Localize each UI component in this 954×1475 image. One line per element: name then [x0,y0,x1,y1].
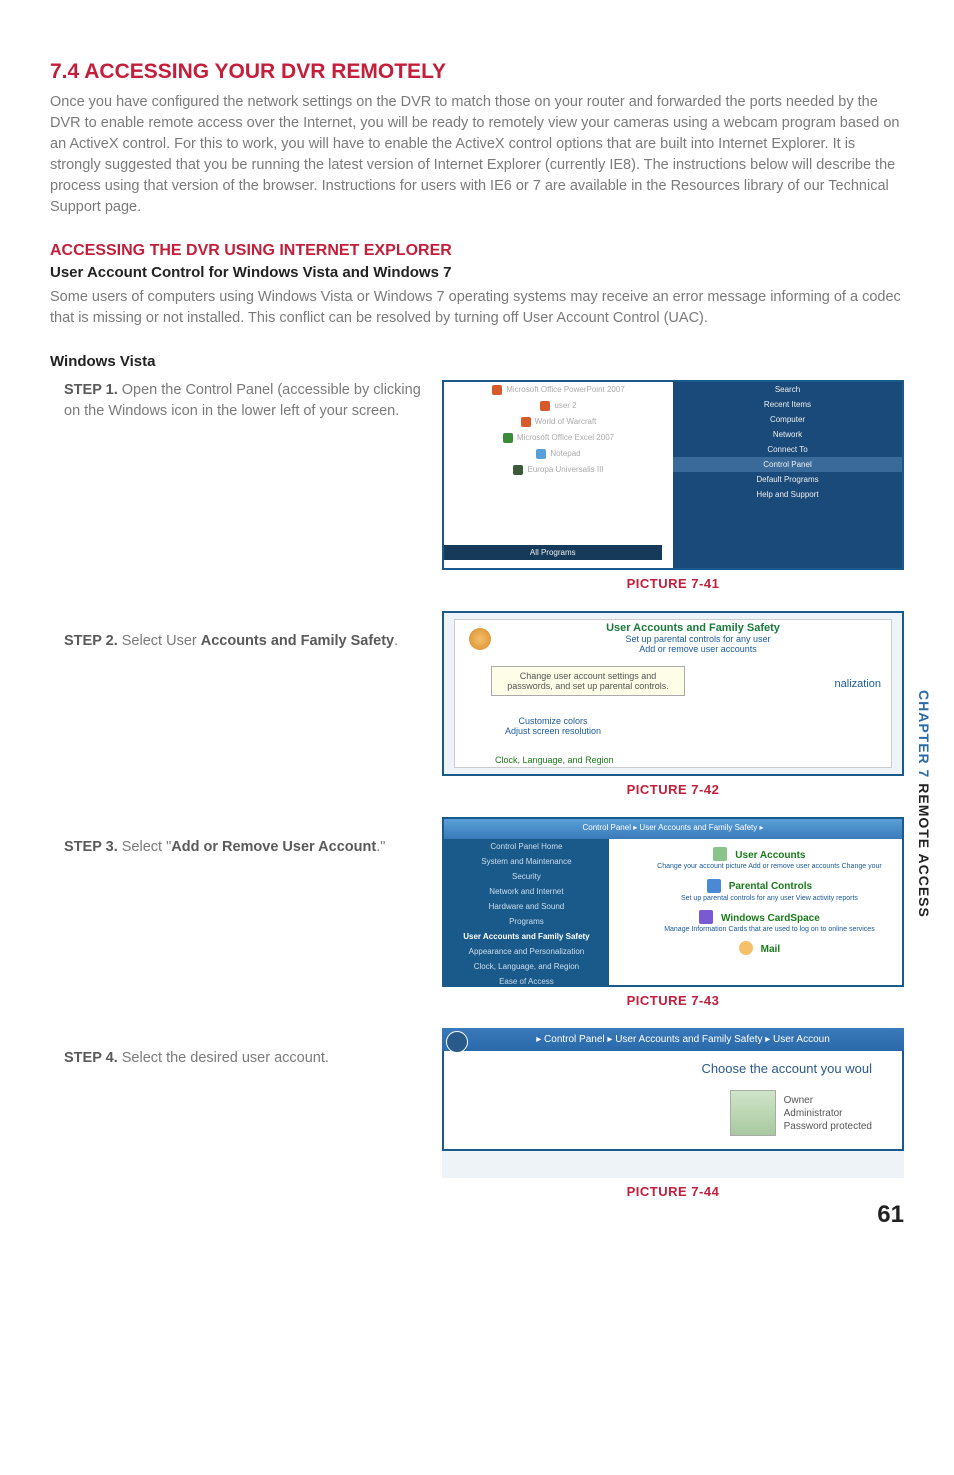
step-2-text: STEP 2. Select User Accounts and Family … [50,631,424,652]
s1-right-6: Default Programs [673,472,902,487]
picture-7-44-block: ▸ Control Panel ▸ User Accounts and Fami… [442,1028,904,1199]
caption-7-42: PICTURE 7-42 [442,782,904,797]
back-icon [446,1031,468,1053]
s3-left-9: Ease of Access [444,974,609,987]
step-3-row: STEP 3. Select "Add or Remove User Accou… [50,817,904,1008]
side-chapter: CHAPTER 7 [916,690,932,778]
s1-left-1: user 2 [554,401,576,410]
step-2-before: Select User [118,633,201,649]
s1-right-1: Recent Items [673,397,902,412]
picture-7-42-block: User Accounts and Family Safety Set up p… [442,611,904,797]
s1-right-7: Help and Support [673,487,902,502]
caption-7-43: PICTURE 7-43 [442,993,904,1008]
step-3-after: ." [376,839,385,855]
caption-7-44: PICTURE 7-44 [442,1184,904,1199]
s2-c1: Customize colors [505,716,601,726]
s1-right-0: Search [673,382,902,397]
step-1-label: STEP 1. [64,382,118,398]
avatar [730,1090,776,1136]
os-heading: Windows Vista [50,353,904,370]
s3-left-5: Programs [444,914,609,929]
s1-left-2: World of Warcraft [535,417,597,426]
step-2-label: STEP 2. [64,633,118,649]
s3-crumb: Control Panel ▸ User Accounts and Family… [444,819,902,836]
subsection-heading: ACCESSING THE DVR USING INTERNET EXPLORE… [50,242,904,260]
s1-left-3: Microsoft Office Excel 2007 [517,433,614,442]
section-body: Once you have configured the network set… [50,92,904,218]
s3-h2l: Set up parental controls for any user Vi… [609,895,902,902]
s2-title: User Accounts and Family Safety [455,620,891,634]
s3-left-4: Hardware and Sound [444,899,609,914]
s3-h3l: Manage Information Cards that are used t… [609,926,902,933]
s1-left-0: Microsoft Office PowerPoint 2007 [506,385,625,394]
screenshot-7-43: Control Panel ▸ User Accounts and Family… [442,817,904,987]
cardspace-icon [699,910,713,924]
user-icon [713,847,727,861]
screenshot-7-41: Microsoft Office PowerPoint 2007 user 2 … [442,380,904,570]
s1-left-4: Notepad [550,449,580,458]
s4-u1: Owner [784,1094,872,1107]
s2-personalization: nalization [835,678,881,690]
step-1-row: STEP 1. Open the Control Panel (accessib… [50,380,904,591]
s2-c2: Adjust screen resolution [505,726,601,736]
step-3-label: STEP 3. [64,839,118,855]
screenshot-7-44: ▸ Control Panel ▸ User Accounts and Fami… [442,1028,904,1178]
screenshot-7-42: User Accounts and Family Safety Set up p… [442,611,904,776]
mail-icon [739,941,753,955]
step-1-body: Open the Control Panel (accessible by cl… [64,382,421,419]
s2-c3: Clock, Language, and Region [495,755,614,765]
s3-left-6: User Accounts and Family Safety [444,929,609,944]
s2-l2: Add or remove user accounts [455,644,891,654]
s3-left-1: System and Maintenance [444,854,609,869]
page-number: 61 [877,1201,904,1229]
s3-left-3: Network and Internet [444,884,609,899]
s4-u3: Password protected [784,1120,872,1133]
s3-h3: Windows CardSpace [721,913,820,924]
s3-left-2: Security [444,869,609,884]
picture-7-43-block: Control Panel ▸ User Accounts and Family… [442,817,904,1008]
step-4-row: STEP 4. Select the desired user account.… [50,1028,904,1199]
s1-all-programs: All Programs [444,545,662,560]
s3-h2: Parental Controls [729,881,812,892]
s1-right-4: Connect To [673,442,902,457]
s2-l1: Set up parental controls for any user [455,634,891,644]
picture-7-41-block: Microsoft Office PowerPoint 2007 user 2 … [442,380,904,591]
parental-icon [707,879,721,893]
step-1-text: STEP 1. Open the Control Panel (accessib… [50,380,424,422]
s1-right-3: Network [673,427,902,442]
step-4-label: STEP 4. [64,1050,118,1066]
s4-user-block: Owner Administrator Password protected [730,1090,872,1136]
s1-right-2: Computer [673,412,902,427]
section-heading: 7.4 ACCESSING YOUR DVR REMOTELY [50,60,904,84]
step-3-bold: Add or Remove User Account [171,839,376,855]
subsection-subheading: User Account Control for Windows Vista a… [50,264,904,281]
s2-tooltip: Change user account settings and passwor… [491,666,685,696]
s4-choose: Choose the account you woul [474,1061,872,1076]
s1-left-5: Europa Universalis III [527,465,603,474]
s3-h1l: Change your account picture Add or remov… [609,863,902,870]
step-4-text: STEP 4. Select the desired user account. [50,1048,424,1069]
s1-right-5: Control Panel [673,457,902,472]
step-2-row: STEP 2. Select User Accounts and Family … [50,611,904,797]
side-tab: CHAPTER 7 REMOTE ACCESS [916,690,932,918]
s4-crumb: ▸ Control Panel ▸ User Accounts and Fami… [536,1034,830,1045]
s3-left-8: Clock, Language, and Region [444,959,609,974]
step-3-text: STEP 3. Select "Add or Remove User Accou… [50,837,424,858]
s3-h1: User Accounts [735,850,805,861]
step-3-before: Select " [118,839,172,855]
subsection-body: Some users of computers using Windows Vi… [50,287,904,329]
step-2-after: . [394,633,398,649]
caption-7-41: PICTURE 7-41 [442,576,904,591]
side-title: REMOTE ACCESS [916,778,932,918]
s4-u2: Administrator [784,1107,872,1120]
s3-left-0: Control Panel Home [444,839,609,854]
s3-h4: Mail [761,944,780,955]
user-accounts-icon [469,628,491,650]
s3-left-7: Appearance and Personalization [444,944,609,959]
step-4-body: Select the desired user account. [118,1050,329,1066]
step-2-bold: Accounts and Family Safety [201,633,394,649]
